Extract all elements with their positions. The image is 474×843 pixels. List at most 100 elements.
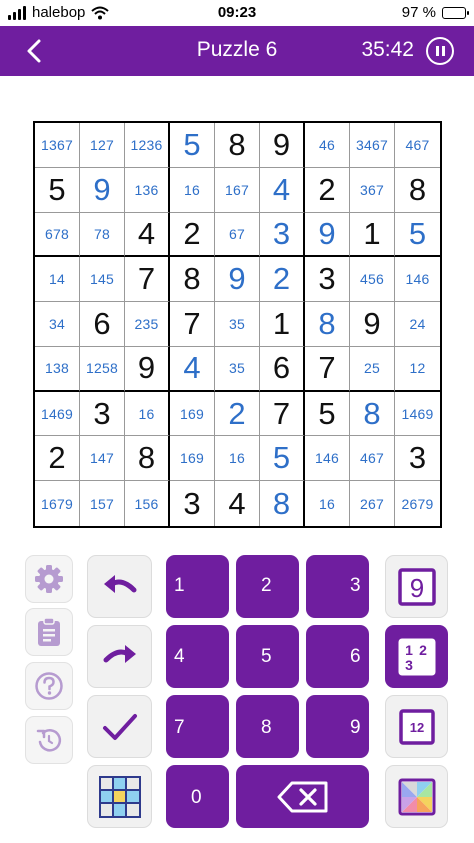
grid-cell[interactable]: 34	[35, 302, 80, 347]
grid-cell[interactable]: 35	[215, 346, 260, 392]
grid-cell[interactable]: 147	[80, 436, 125, 482]
grid-cell[interactable]: 167	[215, 167, 260, 213]
grid-cell[interactable]: 467	[350, 436, 395, 482]
color-grid-button[interactable]	[87, 765, 152, 828]
grid-cell[interactable]: 2	[170, 212, 215, 258]
grid-cell[interactable]: 1367	[35, 123, 80, 168]
key-5[interactable]: 5	[236, 625, 299, 688]
grid-cell[interactable]: 7	[305, 346, 350, 392]
grid-cell[interactable]: 35	[215, 302, 260, 347]
grid-cell[interactable]: 67	[215, 212, 260, 258]
grid-cell[interactable]: 235	[125, 302, 170, 347]
grid-cell[interactable]: 1	[260, 302, 305, 347]
key-7[interactable]: 7	[166, 695, 229, 758]
grid-cell[interactable]: 145	[80, 257, 125, 303]
grid-cell[interactable]: 2	[260, 257, 305, 303]
grid-cell[interactable]: 1469	[395, 392, 440, 437]
grid-cell[interactable]: 4	[260, 167, 305, 213]
grid-cell[interactable]: 127	[80, 123, 125, 168]
grid-cell[interactable]: 5	[260, 436, 305, 482]
key-8[interactable]: 8	[236, 695, 299, 758]
grid-cell[interactable]: 156	[125, 481, 170, 526]
undo-button[interactable]	[87, 555, 152, 618]
key-0[interactable]: 0	[166, 765, 229, 828]
grid-cell[interactable]: 6	[80, 302, 125, 347]
grid-cell[interactable]: 78	[80, 212, 125, 258]
grid-cell[interactable]: 2	[35, 436, 80, 482]
grid-cell[interactable]: 8	[215, 123, 260, 168]
grid-cell[interactable]: 9	[350, 302, 395, 347]
grid-cell[interactable]: 146	[395, 257, 440, 303]
grid-cell[interactable]: 8	[305, 302, 350, 347]
grid-cell[interactable]: 467	[395, 123, 440, 168]
grid-cell[interactable]: 3	[395, 436, 440, 482]
mode-candidate-button[interactable]: 1 2 3	[385, 625, 448, 688]
grid-cell[interactable]: 24	[395, 302, 440, 347]
grid-cell[interactable]: 9	[305, 212, 350, 258]
key-4[interactable]: 4	[166, 625, 229, 688]
help-button[interactable]	[25, 662, 73, 710]
grid-cell[interactable]: 3	[305, 257, 350, 303]
grid-cell[interactable]: 367	[350, 167, 395, 213]
color-palette-button[interactable]	[385, 765, 448, 828]
key-6[interactable]: 6	[306, 625, 369, 688]
grid-cell[interactable]: 16	[170, 167, 215, 213]
grid-cell[interactable]: 2679	[395, 481, 440, 526]
redo-button[interactable]	[87, 625, 152, 688]
grid-cell[interactable]: 4	[215, 481, 260, 526]
grid-cell[interactable]: 146	[305, 436, 350, 482]
key-1[interactable]: 1	[166, 555, 229, 618]
grid-cell[interactable]: 7	[125, 257, 170, 303]
grid-cell[interactable]: 4	[125, 212, 170, 258]
grid-cell[interactable]: 169	[170, 391, 215, 437]
grid-cell[interactable]: 9	[215, 257, 260, 303]
grid-cell[interactable]: 5	[170, 123, 215, 168]
pause-button[interactable]	[426, 37, 454, 65]
grid-cell[interactable]: 16	[305, 481, 350, 526]
grid-cell[interactable]: 267	[350, 481, 395, 526]
grid-cell[interactable]: 12	[395, 347, 440, 392]
grid-cell[interactable]: 9	[260, 123, 305, 168]
grid-cell[interactable]: 1	[350, 212, 395, 258]
grid-cell[interactable]: 5	[35, 167, 80, 213]
grid-cell[interactable]: 46	[305, 123, 350, 168]
grid-cell[interactable]: 8	[350, 391, 395, 437]
grid-cell[interactable]: 9	[125, 346, 170, 392]
key-9[interactable]: 9	[306, 695, 369, 758]
grid-cell[interactable]: 2	[305, 167, 350, 213]
grid-cell[interactable]: 8	[260, 481, 305, 526]
grid-cell[interactable]: 7	[170, 302, 215, 347]
grid-cell[interactable]: 8	[170, 257, 215, 303]
grid-cell[interactable]: 3	[170, 481, 215, 526]
grid-cell[interactable]: 1679	[35, 481, 80, 526]
grid-cell[interactable]: 25	[350, 346, 395, 392]
grid-cell[interactable]: 4	[170, 346, 215, 392]
grid-cell[interactable]: 3	[260, 212, 305, 258]
grid-cell[interactable]: 14	[35, 257, 80, 303]
mode-normal-button[interactable]: 9	[385, 555, 448, 618]
grid-cell[interactable]: 3467	[350, 123, 395, 168]
settings-button[interactable]	[25, 555, 73, 603]
grid-cell[interactable]: 136	[125, 167, 170, 213]
grid-cell[interactable]: 8	[395, 168, 440, 213]
grid-cell[interactable]: 2	[215, 391, 260, 437]
grid-cell[interactable]: 138	[35, 346, 80, 392]
check-button[interactable]	[87, 695, 152, 758]
backspace-button[interactable]	[236, 765, 369, 828]
grid-cell[interactable]: 3	[80, 391, 125, 437]
key-2[interactable]: 2	[236, 555, 299, 618]
grid-cell[interactable]: 5	[305, 391, 350, 437]
key-3[interactable]: 3	[306, 555, 369, 618]
grid-cell[interactable]: 1236	[125, 123, 170, 168]
mode-killer-button[interactable]: 12	[385, 695, 448, 758]
grid-cell[interactable]: 7	[260, 391, 305, 437]
grid-cell[interactable]: 678	[35, 212, 80, 258]
grid-cell[interactable]: 456	[350, 257, 395, 303]
grid-cell[interactable]: 9	[80, 167, 125, 213]
grid-cell[interactable]: 1469	[35, 391, 80, 437]
grid-cell[interactable]: 1258	[80, 346, 125, 392]
grid-cell[interactable]: 5	[395, 213, 440, 258]
grid-cell[interactable]: 169	[170, 436, 215, 482]
grid-cell[interactable]: 16	[215, 436, 260, 482]
reset-button[interactable]	[25, 716, 73, 764]
